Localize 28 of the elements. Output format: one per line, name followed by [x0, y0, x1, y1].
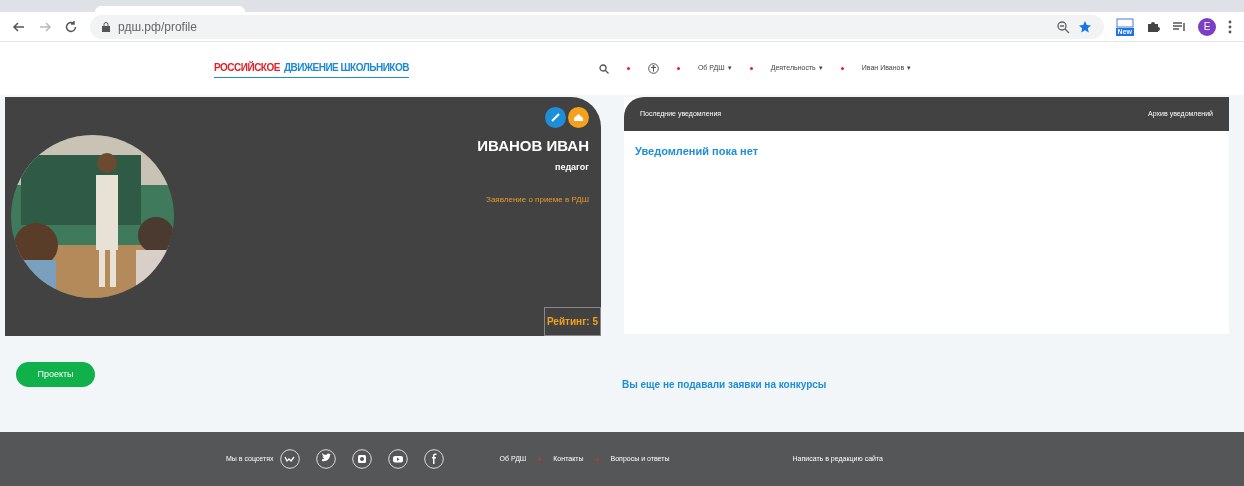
zoom-icon[interactable] [1055, 19, 1070, 34]
home-icon[interactable] [568, 107, 589, 128]
puzzle-icon[interactable] [1146, 19, 1160, 34]
accessibility-icon[interactable] [647, 63, 659, 74]
rating-label: Рейтинг: 5 [543, 307, 601, 336]
empty-message: Уведомлений пока нет [635, 144, 760, 159]
f-letter-icon[interactable] [423, 449, 444, 469]
profile-avatar[interactable]: E [1198, 17, 1216, 36]
logo-text: РОССИЙСКОЕ [214, 60, 280, 75]
logo-text: ДВИЖЕНИЕ ШКОЛЬНИКОВ [283, 60, 409, 75]
search-icon[interactable] [598, 63, 609, 74]
bird-icon[interactable] [315, 449, 336, 469]
contests-message: Вы еще не подавали заявки на конкурсы [622, 378, 827, 392]
camera-icon[interactable] [351, 449, 372, 469]
star-icon[interactable] [1077, 19, 1092, 34]
edit-icon[interactable] [545, 107, 566, 128]
reload-icon[interactable] [64, 19, 78, 34]
url-text: рдш.рф/profile [118, 18, 197, 36]
play-icon[interactable] [387, 449, 408, 469]
site-logo[interactable]: РОССИЙСКОЕ ДВИЖЕНИЕ ШКОЛЬНИКОВ [214, 59, 409, 78]
lock-icon [102, 21, 110, 32]
profile-name: ИВАНОВ ИВАН [477, 136, 589, 156]
application-link[interactable]: Заявление о приеме в РДШ [486, 194, 589, 206]
address-bar[interactable]: рдш.рф/profile [90, 14, 1104, 39]
more-icon[interactable] [1228, 19, 1232, 34]
profile-role: педагог [554, 160, 589, 174]
playlist-icon[interactable] [1172, 19, 1186, 34]
back-icon[interactable] [12, 19, 26, 34]
